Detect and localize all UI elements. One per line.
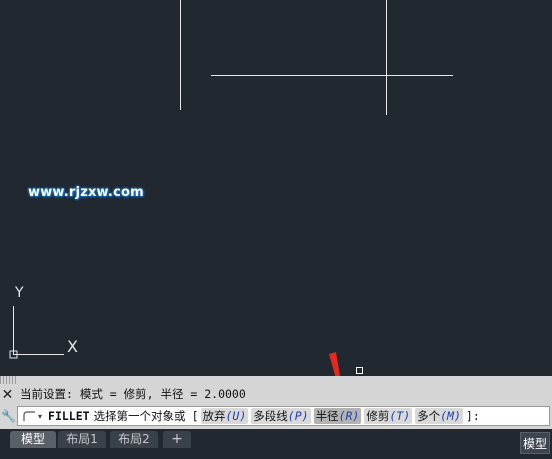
- option-label: 多段线: [253, 409, 288, 423]
- option-trim[interactable]: 修剪(T): [364, 408, 413, 424]
- option-key: (M): [440, 409, 461, 423]
- ucs-icon: [13, 306, 64, 355]
- ucs-x-label: X: [67, 337, 78, 356]
- option-key: (T): [389, 409, 411, 423]
- drawing-canvas[interactable]: www.rjzxw.com Y X: [0, 0, 552, 376]
- add-layout-button[interactable]: +: [163, 431, 191, 448]
- option-polyline[interactable]: 多段线(P): [251, 408, 311, 424]
- option-radius[interactable]: 半径(R): [313, 408, 362, 424]
- fillet-command-icon: [22, 410, 36, 422]
- watermark-text: www.rjzxw.com: [28, 185, 144, 200]
- model-space-button[interactable]: 模型: [520, 432, 550, 454]
- option-multiple[interactable]: 多个(M): [415, 408, 463, 424]
- option-key: (R): [338, 409, 360, 423]
- command-name: FILLET: [48, 409, 90, 423]
- option-label: 放弃: [202, 409, 226, 423]
- command-input[interactable]: ▾ FILLET 选择第一个对象或 [ 放弃(U) 多段线(P) 半径(R) 修…: [17, 406, 550, 426]
- close-icon[interactable]: ✕: [0, 388, 15, 403]
- chevron-down-icon[interactable]: ▾: [38, 412, 42, 421]
- option-label: 多个: [417, 409, 441, 423]
- tab-layout1[interactable]: 布局1: [58, 431, 106, 448]
- option-bracket-close: ]:: [465, 409, 480, 423]
- command-window-grip[interactable]: [0, 376, 16, 384]
- red-pointer-arrow: [329, 352, 340, 376]
- command-prompt: 选择第一个对象或: [93, 409, 186, 423]
- pickbox-cursor: [356, 367, 363, 374]
- option-undo[interactable]: 放弃(U): [200, 408, 249, 424]
- layout-tab-bar: 模型 布局1 布局2 +: [0, 429, 552, 459]
- ucs-y-label: Y: [15, 285, 24, 301]
- option-key: (P): [287, 409, 309, 423]
- option-bracket-open: [: [191, 409, 199, 423]
- option-label: 半径: [315, 409, 339, 423]
- command-history: 当前设置: 模式 = 修剪, 半径 = 2.0000: [20, 387, 246, 401]
- option-label: 修剪: [366, 409, 390, 423]
- wrench-icon[interactable]: 🔧: [1, 409, 16, 424]
- tab-model[interactable]: 模型: [10, 431, 56, 448]
- tab-layout2[interactable]: 布局2: [110, 431, 158, 448]
- option-key: (U): [225, 409, 247, 423]
